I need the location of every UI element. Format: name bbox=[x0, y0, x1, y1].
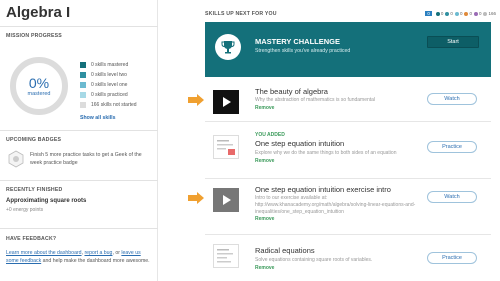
exercise-preview-icon bbox=[217, 140, 235, 155]
legend-item: 0 skills level two bbox=[80, 70, 137, 80]
status-dot bbox=[445, 11, 450, 16]
count-value: 0 bbox=[478, 11, 482, 16]
skill-count: 0 bbox=[435, 11, 444, 16]
count-value: 0 bbox=[450, 11, 453, 16]
skill-count: 0 bbox=[445, 11, 453, 16]
feedback-tail: and help make the dashboard more awesome… bbox=[41, 257, 150, 264]
remove-link[interactable]: Remove bbox=[255, 158, 274, 164]
task-title[interactable]: One step equation intuition exercise int… bbox=[255, 185, 391, 194]
exercise-thumbnail[interactable] bbox=[213, 135, 239, 159]
sidebar: Algebra I MISSION PROGRESS 0% mastered 0… bbox=[0, 0, 158, 281]
play-icon bbox=[223, 97, 231, 107]
remove-link[interactable]: Remove bbox=[255, 265, 274, 271]
badge-icon bbox=[8, 150, 24, 168]
status-dot bbox=[464, 11, 469, 16]
have-feedback-label: HAVE FEEDBACK? bbox=[6, 236, 57, 242]
legend-swatch bbox=[80, 62, 86, 68]
count-value: 0 bbox=[459, 11, 463, 16]
task-item: The beauty of algebra Why the abstractio… bbox=[205, 82, 491, 122]
divider bbox=[0, 130, 158, 131]
video-thumbnail[interactable] bbox=[213, 188, 239, 212]
mission-progress-label: MISSION PROGRESS bbox=[6, 33, 62, 39]
task-description: Intro to our exercise available at: http… bbox=[255, 195, 416, 215]
divider bbox=[0, 180, 158, 181]
exercise-preview-icon bbox=[217, 249, 233, 263]
start-button[interactable]: Start bbox=[427, 36, 479, 48]
exercise-thumbnail[interactable] bbox=[213, 244, 239, 268]
recently-finished-label: RECENTLY FINISHED bbox=[6, 187, 63, 193]
legend-swatch bbox=[80, 72, 86, 78]
recent-item-points: +0 energy points bbox=[6, 207, 44, 213]
task-description: Solve equations containing square roots … bbox=[255, 257, 373, 263]
page-title: Algebra I bbox=[6, 4, 71, 21]
skill-count: 0 bbox=[473, 11, 482, 16]
divider bbox=[0, 26, 158, 27]
arrow-right-icon bbox=[188, 94, 204, 106]
task-title[interactable]: The beauty of algebra bbox=[255, 87, 328, 96]
legend-swatch bbox=[80, 82, 86, 88]
trophy-icon bbox=[215, 34, 241, 60]
task-item: Radical equations Solve equations contai… bbox=[205, 236, 491, 281]
skill-count: 0 bbox=[454, 11, 463, 16]
status-dot bbox=[435, 11, 440, 16]
video-thumbnail[interactable] bbox=[213, 90, 239, 114]
upcoming-badges-label: UPCOMING BADGES bbox=[6, 137, 62, 143]
count-value: 0 bbox=[440, 11, 444, 16]
mastery-challenge-card: MASTERY CHALLENGE Strengthen skills you'… bbox=[205, 22, 491, 77]
remove-link[interactable]: Remove bbox=[255, 216, 274, 222]
skill-count: 0 bbox=[464, 11, 472, 16]
watch-button[interactable]: Watch bbox=[427, 93, 477, 105]
mastery-title: MASTERY CHALLENGE bbox=[255, 37, 341, 46]
show-all-skills-link[interactable]: Show all skills bbox=[80, 115, 115, 121]
count-value: 0 bbox=[469, 11, 472, 16]
status-dot bbox=[473, 11, 478, 16]
progress-legend: 0 skills mastered 0 skills level two 0 s… bbox=[80, 60, 137, 110]
report-bug-link[interactable]: report a bug bbox=[84, 250, 112, 256]
watch-button[interactable]: Watch bbox=[427, 191, 477, 203]
task-item: One step equation intuition exercise int… bbox=[205, 180, 491, 235]
feedback-text: Learn more about the dashboard, report a… bbox=[6, 250, 152, 265]
legend-item: 166 skills not started bbox=[80, 100, 137, 110]
task-title[interactable]: Radical equations bbox=[255, 246, 315, 255]
legend-item: 0 skills level one bbox=[80, 80, 137, 90]
badge-description: Finish 5 more practice tasks to get a Ge… bbox=[30, 152, 142, 166]
skills-up-next-label: SKILLS UP NEXT FOR YOU bbox=[205, 11, 277, 17]
ring-label: mastered bbox=[27, 90, 51, 97]
legend-label: 166 skills not started bbox=[91, 102, 137, 108]
skill-counts: 0 0 0 0 0 0 166 bbox=[425, 11, 496, 16]
mastery-ring: 0% mastered bbox=[10, 57, 68, 115]
divider bbox=[0, 228, 158, 229]
recent-item-title[interactable]: Approximating square roots bbox=[6, 198, 86, 204]
legend-label: 0 skills practiced bbox=[91, 92, 128, 98]
ring-percent: 0% bbox=[28, 74, 50, 91]
practice-button[interactable]: Practice bbox=[427, 252, 477, 264]
skill-count: 166 bbox=[483, 11, 496, 16]
count-value: 166 bbox=[488, 11, 496, 16]
task-description: Why the abstraction of mathematics is so… bbox=[255, 97, 376, 103]
learn-more-link[interactable]: Learn more about the dashboard bbox=[6, 250, 82, 256]
remove-link[interactable]: Remove bbox=[255, 105, 274, 111]
status-dot bbox=[483, 11, 488, 16]
status-dot bbox=[454, 11, 459, 16]
legend-swatch bbox=[80, 102, 86, 108]
practice-button[interactable]: Practice bbox=[427, 141, 477, 153]
legend-label: 0 skills level one bbox=[91, 82, 128, 88]
legend-item: 0 skills mastered bbox=[80, 60, 137, 70]
you-added-label: YOU ADDED bbox=[255, 132, 285, 138]
legend-label: 0 skills level two bbox=[91, 72, 127, 78]
task-title[interactable]: One step equation intuition bbox=[255, 139, 344, 148]
count-badge: 0 bbox=[425, 11, 432, 16]
legend-item: 0 skills practiced bbox=[80, 90, 137, 100]
play-icon bbox=[223, 195, 231, 205]
task-item: YOU ADDED One step equation intuition Ex… bbox=[205, 127, 491, 179]
legend-swatch bbox=[80, 92, 86, 98]
legend-label: 0 skills mastered bbox=[91, 62, 129, 68]
task-description: Explore why we do the same things to bot… bbox=[255, 150, 397, 156]
arrow-right-icon bbox=[188, 192, 204, 204]
mastery-subtitle: Strengthen skills you've already practic… bbox=[255, 48, 351, 54]
